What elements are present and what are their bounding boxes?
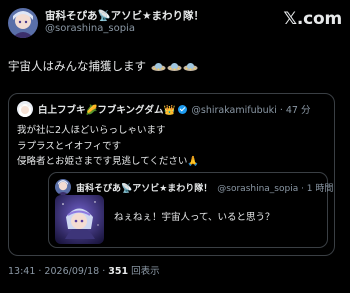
nested-author-avatar[interactable] xyxy=(55,179,71,195)
nested-tweet-text: ねぇねぇ！宇宙人って、いると思う？ xyxy=(114,212,275,223)
tweet-text: 宇宙人はみんな捕獲します xyxy=(8,58,198,74)
nested-author-meta[interactable]: @sorashina_sopia · 1 時間 xyxy=(217,181,333,194)
nested-quoted-tweet-card[interactable]: 宙科そぴあ📡アソビ★まわり隊！ @sorashina_sopia · 1 時間 xyxy=(48,172,333,248)
quoted-text-line: 我が社に2人ほどいらっしゃいます xyxy=(17,125,166,136)
flying-saucer-icon xyxy=(183,63,198,71)
author-handle[interactable]: @sorashina_sopia xyxy=(45,23,204,36)
flying-saucer-icon xyxy=(167,63,182,71)
author-avatar[interactable] xyxy=(8,8,38,38)
quoted-author-name[interactable]: 白上フブキ🌽フブキングダム👑 xyxy=(38,102,175,116)
views-count: 351 xyxy=(108,266,129,277)
nested-author-name[interactable]: 宙科そぴあ📡アソビ★まわり隊！ xyxy=(76,181,212,194)
quoted-text-line: 侵略者とお姫さまです見逃してください🙏 xyxy=(17,156,200,167)
quoted-tweet-text: 我が社に2人ほどいらっしゃいます ラプラスとイオフィです 侵略者とお姫さまです見… xyxy=(17,123,199,170)
nested-tweet-image[interactable] xyxy=(55,195,104,244)
tweet-meta-footer: 13:41 · 2026/09/18 · 351 回表示 xyxy=(8,263,160,277)
flying-saucer-icon xyxy=(151,63,166,71)
author-name[interactable]: 宙科そぴあ📡アソビ★まわり隊！ xyxy=(45,10,204,23)
quoted-author-meta[interactable]: @shirakamifubuki · 47 分 xyxy=(191,102,310,116)
tweet-text-content: 宇宙人はみんな捕獲します xyxy=(8,59,146,73)
quoted-tweet-header: 白上フブキ🌽フブキングダム👑 @shirakamifubuki · 47 分 xyxy=(17,101,311,117)
x-logo[interactable]: 𝕏.com xyxy=(283,9,342,29)
verified-badge-icon xyxy=(178,104,188,114)
quoted-author-avatar[interactable] xyxy=(17,101,33,117)
quoted-tweet-card[interactable]: 白上フブキ🌽フブキングダム👑 @shirakamifubuki · 47 分 我… xyxy=(8,93,335,256)
views-label: 回表示 xyxy=(128,266,160,277)
quoted-text-line: ラプラスとイオフィです xyxy=(17,140,122,152)
nested-tweet-header: 宙科そぴあ📡アソビ★まわり隊！ @sorashina_sopia · 1 時間 xyxy=(55,179,333,195)
tweet-timestamp[interactable]: 13:41 · 2026/09/18 · xyxy=(8,266,108,277)
tweet-header: 宙科そぴあ📡アソビ★まわり隊！ @sorashina_sopia xyxy=(8,8,204,38)
